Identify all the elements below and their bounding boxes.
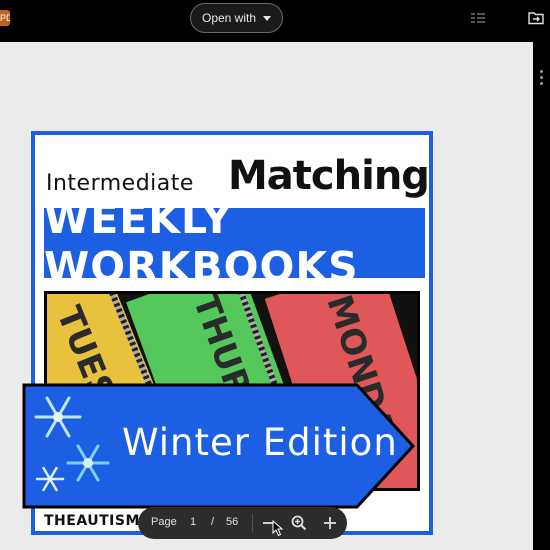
title-intermediate: Intermediate (46, 171, 194, 196)
top-toolbar: PDF Open with (0, 0, 550, 42)
snowflake-icon (35, 466, 65, 492)
edition-label: Winter Edition (122, 421, 398, 464)
list-icon[interactable] (470, 10, 486, 26)
weekly-workbooks-banner: WEEKLY WORKBOOKS (44, 195, 425, 291)
winter-edition-banner: Winter Edition (22, 383, 415, 509)
snowflake-icon (34, 396, 82, 438)
open-with-button[interactable]: Open with (190, 3, 283, 33)
pager-divider (252, 514, 253, 532)
page-label: Page (151, 516, 177, 528)
zoom-in-icon[interactable] (289, 513, 309, 533)
snowflake-icon (66, 444, 110, 482)
title-matching: Matching (228, 153, 430, 199)
page-separator: / (211, 516, 215, 528)
more-options-dot (540, 82, 543, 85)
move-to-folder-icon[interactable] (528, 10, 544, 26)
current-page-input[interactable]: 1 (190, 516, 196, 528)
plus-icon[interactable] (320, 513, 340, 533)
more-options-dot (540, 76, 543, 79)
page-navigation: Page 1 / 56 (138, 507, 347, 539)
right-side-strip (533, 42, 550, 550)
total-pages: 56 (226, 516, 239, 528)
chevron-down-icon (263, 15, 272, 21)
file-type-badge: PDF (0, 10, 10, 26)
more-options-dot (540, 70, 543, 73)
mouse-pointer-icon (272, 520, 284, 537)
open-with-label: Open with (201, 11, 257, 25)
